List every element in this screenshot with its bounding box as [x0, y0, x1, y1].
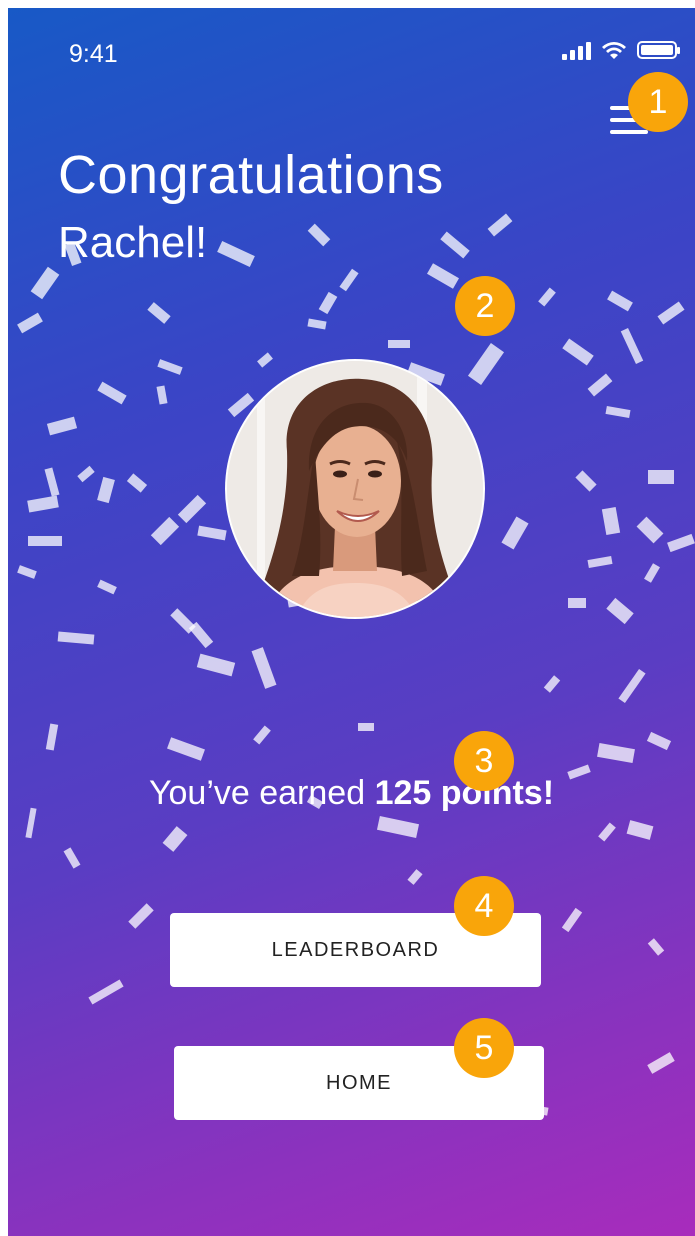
status-time: 9:41 — [69, 40, 118, 68]
avatar — [225, 359, 485, 619]
cellular-signal-icon — [562, 40, 591, 60]
annotation-badge-4: 4 — [454, 876, 514, 936]
points-earned-message: You’ve earned 125 points! — [8, 774, 695, 813]
status-icons — [562, 40, 680, 60]
avatar-portrait-image — [227, 361, 483, 617]
annotation-badge-2: 2 — [455, 276, 515, 336]
annotation-badge-3: 3 — [454, 731, 514, 791]
user-name-heading: Rachel! — [58, 218, 208, 267]
status-bar: 9:41 — [8, 8, 695, 88]
points-earned-prefix: You’ve earned — [148, 774, 375, 812]
phone-screen: 9:41 Congratulations Rachel! You’ve earn… — [8, 8, 695, 1236]
annotation-badge-1: 1 — [628, 72, 688, 132]
battery-icon — [637, 41, 680, 59]
page-title: Congratulations — [58, 145, 444, 205]
wifi-icon — [602, 42, 626, 59]
annotation-badge-5: 5 — [454, 1018, 514, 1078]
